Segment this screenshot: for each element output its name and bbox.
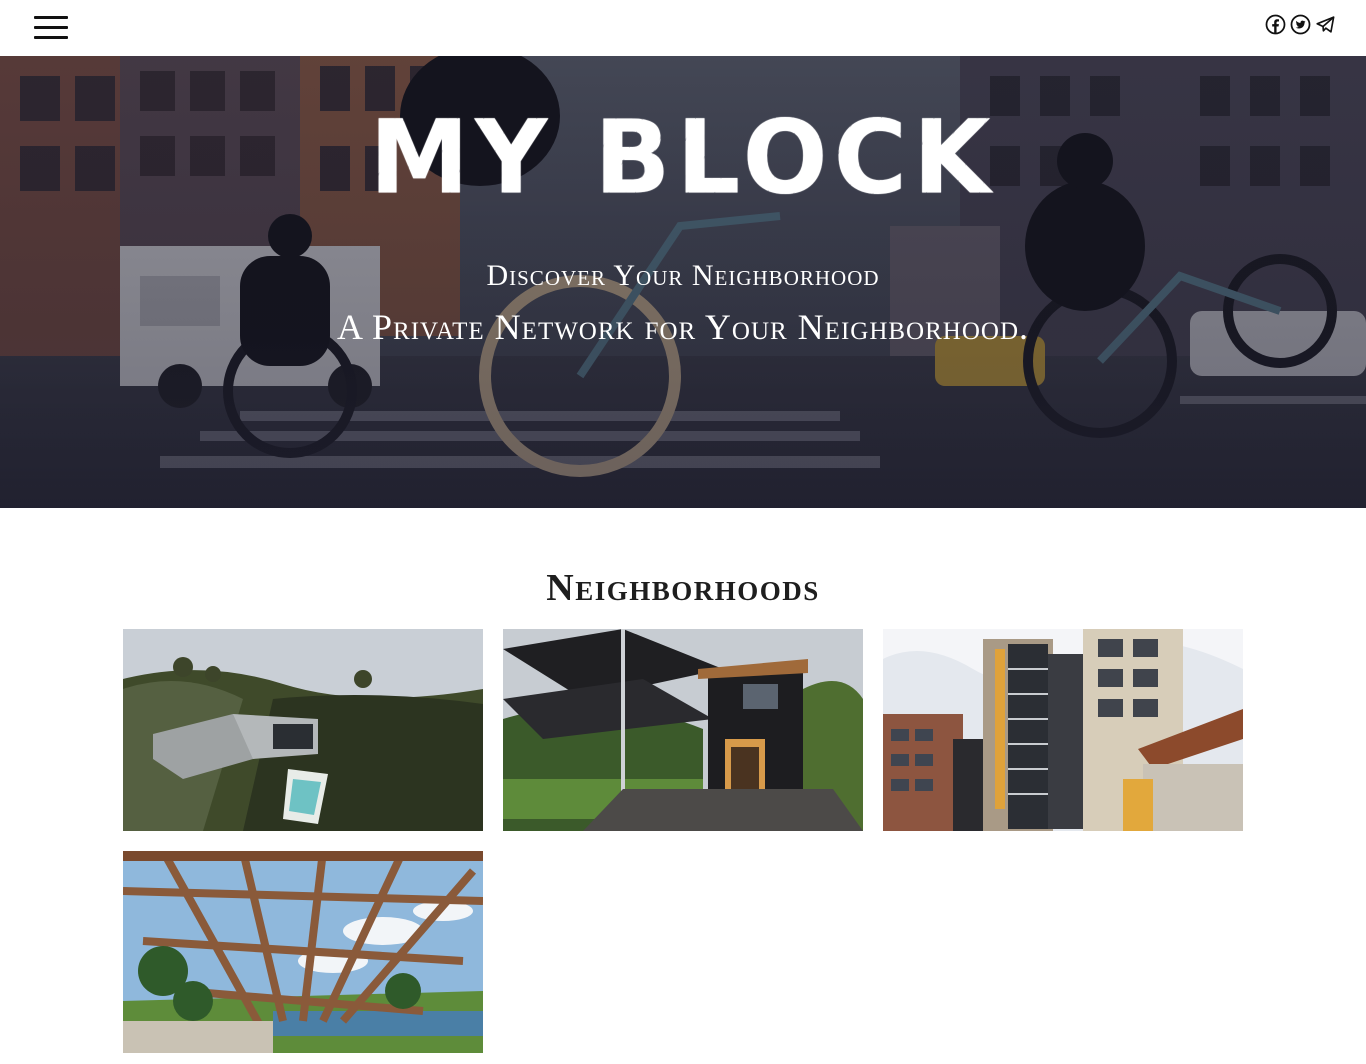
neighborhood-card[interactable] [503,629,863,831]
neighborhood-card[interactable] [123,629,483,831]
menu-line [34,26,68,29]
site-logo-title: MY BLOCK [0,106,1366,209]
social-links [1265,13,1336,35]
black-tiny-cabin-photo [503,629,863,831]
glass-pergola-pool-photo [123,851,483,1053]
neighborhood-card[interactable] [123,851,483,1053]
site-logo-text: MY BLOCK [369,97,997,218]
hillside-modern-house-photo [123,629,483,831]
menu-line [34,36,68,39]
top-navigation-bar [0,0,1366,56]
hero-banner: MY BLOCK Discover Your Neighborhood A Pr… [0,56,1366,508]
facebook-icon[interactable] [1265,14,1286,35]
telegram-icon[interactable] [1315,14,1336,35]
neighborhoods-heading: Neighborhoods [546,567,820,609]
hamburger-menu-icon[interactable] [34,14,68,42]
hero-tagline: Discover Your Neighborhood [486,259,880,292]
apartment-building-photo [883,629,1243,831]
neighborhood-card[interactable] [883,629,1243,831]
menu-line [34,16,68,19]
hero-subtitle: A Private Network for Your Neighborhood. [336,307,1029,347]
twitter-icon[interactable] [1290,14,1311,35]
